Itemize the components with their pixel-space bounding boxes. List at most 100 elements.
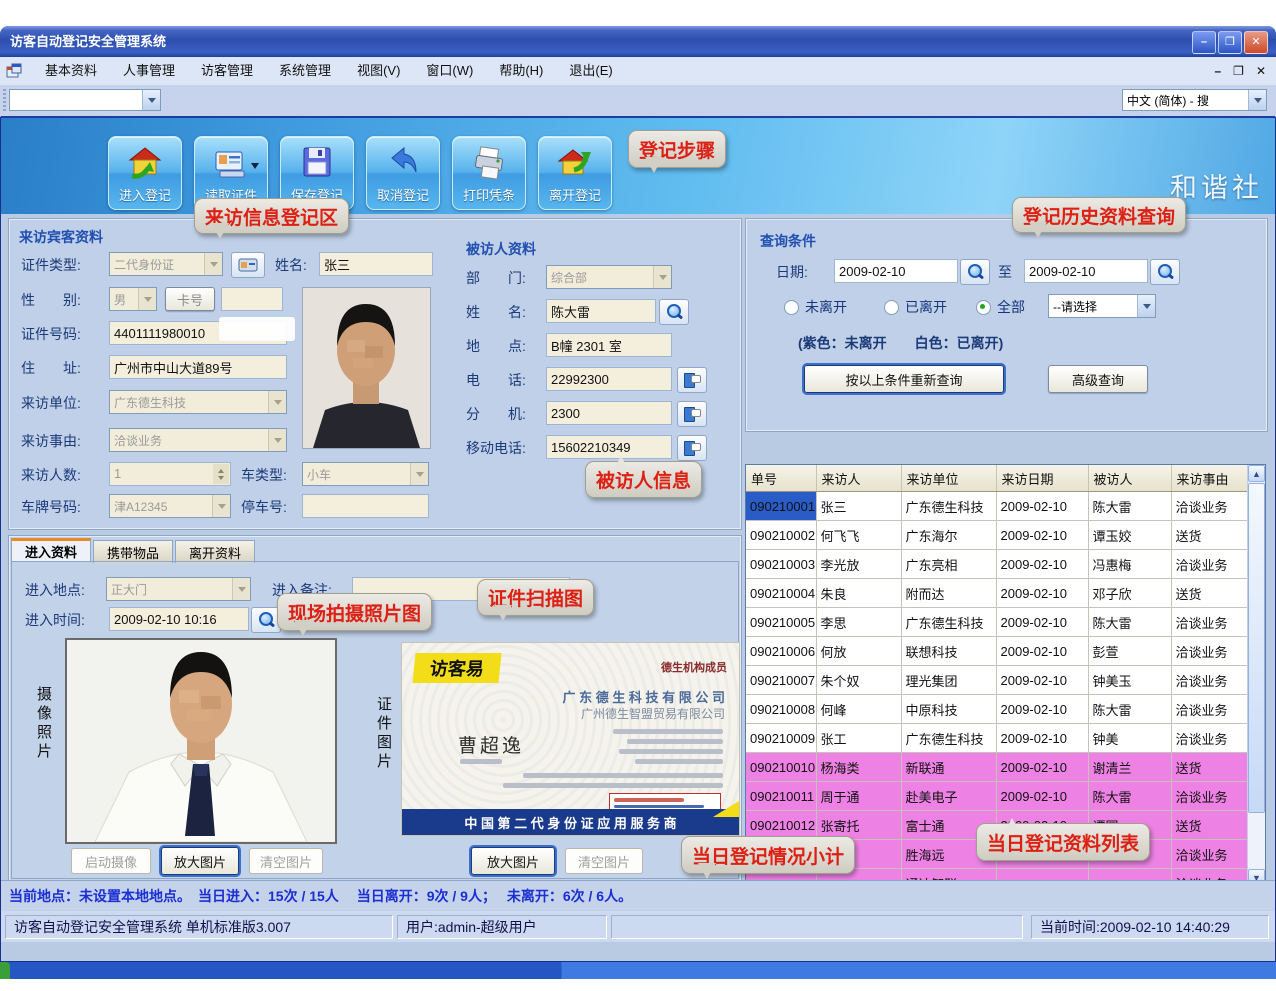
company-combo[interactable]: 广东德生科技: [109, 390, 287, 414]
chevron-down-icon[interactable]: [142, 90, 160, 110]
cell-reason[interactable]: 送货: [1171, 811, 1250, 840]
chevron-down-icon[interactable]: [232, 578, 250, 600]
cell-reason[interactable]: 洽谈业务: [1171, 840, 1250, 869]
chevron-down-icon[interactable]: [268, 391, 286, 413]
print-slip-button[interactable]: 打印凭条: [452, 136, 526, 210]
cell-visited[interactable]: 彭萱: [1088, 637, 1171, 666]
cell-date[interactable]: 2009-02-10: [996, 521, 1088, 550]
cert-type-combo[interactable]: 二代身份证: [109, 252, 223, 276]
filter-select-combo[interactable]: --请选择: [1048, 294, 1156, 318]
cell-id[interactable]: 090210011: [746, 782, 816, 811]
cell-reason[interactable]: 洽谈业务: [1171, 666, 1250, 695]
chevron-down-icon[interactable]: [653, 266, 671, 288]
cancel-register-button[interactable]: 取消登记: [366, 136, 440, 210]
dept-combo[interactable]: 综合部: [546, 265, 672, 289]
table-row[interactable]: 090210004朱良附而达2009-02-10邓子欣送货: [746, 579, 1250, 608]
table-row[interactable]: 090210006何放联想科技2009-02-10彭萱洽谈业务: [746, 637, 1250, 666]
mdi-minimize-button[interactable]: –: [1214, 64, 1221, 78]
chevron-down-icon[interactable]: [138, 288, 156, 310]
cell-reason[interactable]: 洽谈业务: [1171, 637, 1250, 666]
cell-visitor[interactable]: 周于通: [816, 782, 901, 811]
cell-visited[interactable]: 邓子欣: [1088, 579, 1171, 608]
cell-date[interactable]: 2009-02-10: [996, 579, 1088, 608]
cell-reason[interactable]: 洽谈业务: [1171, 782, 1250, 811]
cell-visitor[interactable]: 朱个奴: [816, 666, 901, 695]
scroll-up-icon[interactable]: ▲: [1248, 465, 1265, 482]
cell-company[interactable]: 附而达: [901, 579, 996, 608]
cell-visited[interactable]: 钟美: [1088, 724, 1171, 753]
cell-visitor[interactable]: 何峰: [816, 695, 901, 724]
cell-visited[interactable]: 陈大雷: [1088, 492, 1171, 521]
cell-id[interactable]: 090210003: [746, 550, 816, 579]
requery-button[interactable]: 按以上条件重新查询: [804, 365, 1004, 393]
reason-combo[interactable]: 洽谈业务: [109, 428, 287, 452]
cell-company[interactable]: 联想科技: [901, 637, 996, 666]
parking-input[interactable]: [302, 494, 429, 518]
cell-date[interactable]: 2009-02-10: [996, 782, 1088, 811]
menu-hr[interactable]: 人事管理: [110, 60, 188, 82]
col-header-id[interactable]: 单号: [746, 465, 816, 492]
cell-date[interactable]: 2009-02-10: [996, 492, 1088, 521]
clear-photo-button[interactable]: 清空图片: [249, 848, 323, 874]
cell-date[interactable]: 2009-02-10: [996, 724, 1088, 753]
menu-help[interactable]: 帮助(H): [486, 60, 556, 82]
cell-company[interactable]: 广东德生科技: [901, 724, 996, 753]
vertical-scroll-thumb[interactable]: [1248, 483, 1265, 813]
zoom-photo-button[interactable]: 放大图片: [161, 847, 239, 875]
cell-id[interactable]: 090210004: [746, 579, 816, 608]
leave-register-button[interactable]: 离开登记: [538, 136, 612, 210]
cell-company[interactable]: 广东德生科技: [901, 608, 996, 637]
cell-id[interactable]: 090210001: [746, 492, 816, 521]
zoom-card-button[interactable]: 放大图片: [471, 847, 555, 875]
cell-date[interactable]: 2009-02-10: [996, 608, 1088, 637]
col-header-date[interactable]: 来访日期: [996, 465, 1088, 492]
table-row[interactable]: 090210011周于通赴美电子2009-02-10陈大雷洽谈业务: [746, 782, 1250, 811]
date-to-input[interactable]: [1024, 259, 1148, 283]
quick-search-combo[interactable]: [9, 89, 161, 111]
search-person-button[interactable]: [659, 299, 689, 325]
cell-visitor[interactable]: 何飞飞: [816, 521, 901, 550]
mobile-input[interactable]: [546, 435, 672, 459]
cell-date[interactable]: 2009-02-10: [996, 753, 1088, 782]
card-reader-button[interactable]: [231, 252, 265, 278]
chevron-down-icon[interactable]: [1248, 90, 1266, 110]
plate-combo[interactable]: 津A12345: [109, 494, 231, 518]
cell-date[interactable]: 2009-02-10: [996, 666, 1088, 695]
radio-left[interactable]: 已离开: [884, 297, 947, 317]
card-number-button[interactable]: 卡号: [165, 287, 215, 311]
col-header-company[interactable]: 来访单位: [901, 465, 996, 492]
cell-visitor[interactable]: 李光放: [816, 550, 901, 579]
gender-combo[interactable]: 男: [109, 287, 157, 311]
tab-leave-info[interactable]: 离开资料: [175, 540, 255, 563]
cell-company[interactable]: 中原科技: [901, 695, 996, 724]
date-to-picker-button[interactable]: [1150, 259, 1180, 285]
phone-input[interactable]: [546, 367, 672, 391]
col-header-visitor[interactable]: 来访人: [816, 465, 901, 492]
car-type-combo[interactable]: 小车: [302, 462, 429, 486]
address-input[interactable]: [109, 355, 287, 379]
cell-visitor[interactable]: 朱良: [816, 579, 901, 608]
menu-basic[interactable]: 基本资料: [32, 60, 110, 82]
cell-visitor[interactable]: 何放: [816, 637, 901, 666]
cell-visited[interactable]: 谭玉姣: [1088, 521, 1171, 550]
dropdown-arrow-icon[interactable]: [251, 163, 259, 173]
tab-carried-items[interactable]: 携带物品: [93, 540, 173, 563]
menu-view[interactable]: 视图(V): [344, 60, 413, 82]
cell-reason[interactable]: 洽谈业务: [1171, 724, 1250, 753]
toolbar-grip[interactable]: [3, 89, 6, 111]
cell-id[interactable]: 090210007: [746, 666, 816, 695]
cell-company[interactable]: 广东德生科技: [901, 492, 996, 521]
menu-visitor[interactable]: 访客管理: [188, 60, 266, 82]
col-header-reason[interactable]: 来访事由: [1171, 465, 1250, 492]
start-camera-button[interactable]: 启动摄像: [71, 848, 151, 874]
cell-reason[interactable]: 洽谈业务: [1171, 695, 1250, 724]
table-row[interactable]: 090210007朱个奴理光集团2009-02-10钟美玉洽谈业务: [746, 666, 1250, 695]
menu-exit[interactable]: 退出(E): [556, 60, 625, 82]
cell-company[interactable]: 新联通: [901, 753, 996, 782]
date-from-picker-button[interactable]: [960, 259, 990, 285]
advanced-query-button[interactable]: 高级查询: [1048, 365, 1148, 393]
cell-date[interactable]: 2009-02-10: [996, 695, 1088, 724]
cell-reason[interactable]: 送货: [1171, 579, 1250, 608]
date-from-input[interactable]: [834, 259, 958, 283]
visitor-count-stepper[interactable]: 1: [109, 462, 231, 486]
